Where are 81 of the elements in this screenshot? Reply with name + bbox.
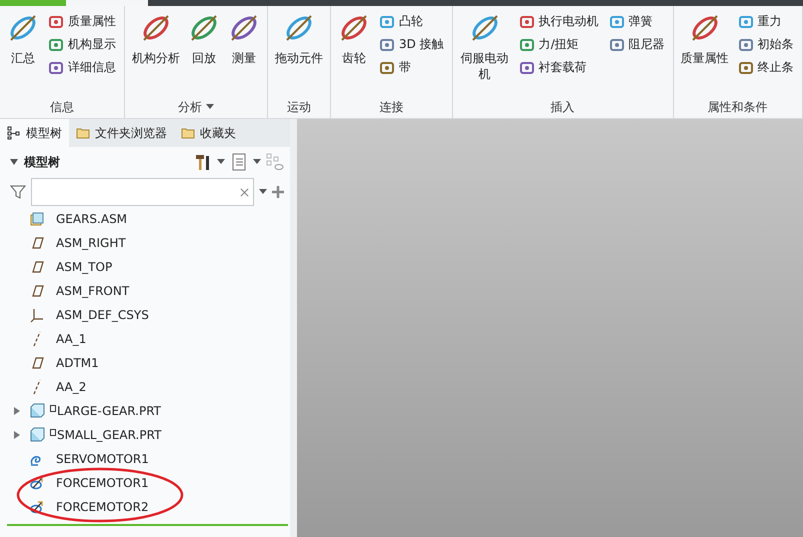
- dropdown-arrow-icon[interactable]: [217, 159, 225, 165]
- panel-tab[interactable]: 模型树: [0, 119, 69, 147]
- filter-icon[interactable]: [10, 184, 26, 200]
- dropdown-arrow-icon[interactable]: [253, 159, 261, 165]
- ribbon-button[interactable]: 详细信息: [46, 58, 118, 77]
- ribbon-button[interactable]: 凸轮: [377, 12, 446, 31]
- group-menu[interactable]: 分析: [176, 98, 216, 116]
- ribbon-button[interactable]: 伺服电动机: [456, 8, 513, 96]
- add-icon[interactable]: [272, 186, 284, 198]
- ribbon-button[interactable]: 衬套载荷: [516, 58, 601, 77]
- collapse-arrow-icon[interactable]: [10, 159, 18, 165]
- tool-icon: [48, 60, 64, 76]
- clear-icon[interactable]: [240, 188, 249, 196]
- ribbon-button[interactable]: 带: [377, 58, 446, 77]
- tool-icon: [379, 14, 395, 30]
- cube-icon: [29, 211, 45, 227]
- group-label: 连接: [379, 98, 404, 116]
- tool-icon: [738, 14, 754, 30]
- tree-item[interactable]: LARGE-GEAR.PRT: [57, 404, 162, 418]
- tool-icon: [518, 14, 535, 30]
- tree-title[interactable]: 模型树: [10, 154, 60, 170]
- ribbon-button[interactable]: 齿轮: [335, 8, 373, 96]
- ribbon-button[interactable]: 弹簧: [606, 12, 667, 31]
- panel-tab[interactable]: 收藏夹: [174, 119, 243, 147]
- tool-icon: [48, 36, 64, 52]
- tree-item[interactable]: ASM_FRONT: [50, 284, 130, 298]
- tree-item[interactable]: ASM_RIGHT: [50, 236, 126, 250]
- ribbon-button[interactable]: 3D 接触: [377, 35, 446, 54]
- cube-icon: [29, 403, 45, 419]
- tree-item[interactable]: AA_1: [50, 332, 86, 346]
- motor-arrow-icon: [29, 475, 45, 491]
- axes-icon: [29, 307, 45, 323]
- ribbon-button[interactable]: 阻尼器: [606, 35, 667, 54]
- caret-icon[interactable]: [206, 104, 214, 110]
- small-square-icon: [50, 429, 56, 437]
- tool-icon: [518, 36, 535, 52]
- tree-item[interactable]: SERVOMOTOR1: [50, 452, 149, 466]
- tool-icon: [379, 36, 395, 52]
- ribbon-button[interactable]: 机构分析: [129, 8, 183, 96]
- tree-item[interactable]: FORCEMOTOR1: [50, 476, 149, 490]
- ribbon-button[interactable]: 质量属性: [46, 12, 118, 31]
- ribbon-button[interactable]: 拖动元件: [272, 8, 326, 96]
- tree-item[interactable]: ADTM1: [50, 356, 99, 370]
- small-square-icon: [50, 405, 56, 413]
- cube-icon: [29, 427, 45, 443]
- ribbon-button[interactable]: 力/扭矩: [516, 35, 601, 54]
- ribbon-button[interactable]: 终止条: [736, 58, 796, 77]
- ribbon-button[interactable]: 重力: [736, 12, 796, 31]
- tool-icon: [738, 36, 754, 52]
- tool-icon: [48, 14, 64, 30]
- filter-field[interactable]: [31, 178, 254, 206]
- folder-icon: [76, 126, 90, 140]
- tool-icon: [738, 60, 754, 76]
- tool-icon: [608, 36, 625, 52]
- tree-item[interactable]: ASM_TOP: [50, 260, 112, 274]
- ribbon-button[interactable]: 回放: [185, 8, 223, 96]
- hammer-icon[interactable]: [194, 153, 212, 171]
- ribbon-button[interactable]: 汇总: [4, 8, 42, 96]
- ribbon-button[interactable]: 执行电动机: [516, 12, 601, 31]
- ribbon-button[interactable]: 机构显示: [46, 35, 118, 54]
- group-label: 插入: [550, 98, 575, 116]
- group-label: 信息: [50, 98, 74, 116]
- tree-icon: [7, 126, 21, 140]
- tree-item[interactable]: GEARS.ASM: [50, 212, 128, 226]
- folder-icon: [181, 126, 195, 140]
- group-label: 属性和条件: [708, 98, 768, 116]
- dropdown-arrow-icon[interactable]: [259, 189, 267, 195]
- motor-arrow-icon: [29, 499, 45, 515]
- group-label: 运动: [287, 98, 311, 116]
- ribbon-button[interactable]: 初始条: [736, 35, 796, 54]
- tool-icon: [518, 60, 535, 76]
- tree-item[interactable]: AA_2: [50, 380, 86, 394]
- tree-item[interactable]: ASM_DEF_CSYS: [50, 308, 149, 322]
- tree-item[interactable]: SMALL_GEAR.PRT: [57, 428, 162, 442]
- tool-icon: [608, 14, 625, 30]
- ribbon-button[interactable]: 质量属性: [678, 8, 732, 96]
- tree-item[interactable]: FORCEMOTOR2: [50, 500, 149, 514]
- ribbon-button[interactable]: 测量: [225, 8, 263, 96]
- panel-tab[interactable]: 文件夹浏览器: [69, 119, 174, 147]
- tool-icon: [379, 60, 395, 76]
- list-icon[interactable]: [230, 153, 248, 171]
